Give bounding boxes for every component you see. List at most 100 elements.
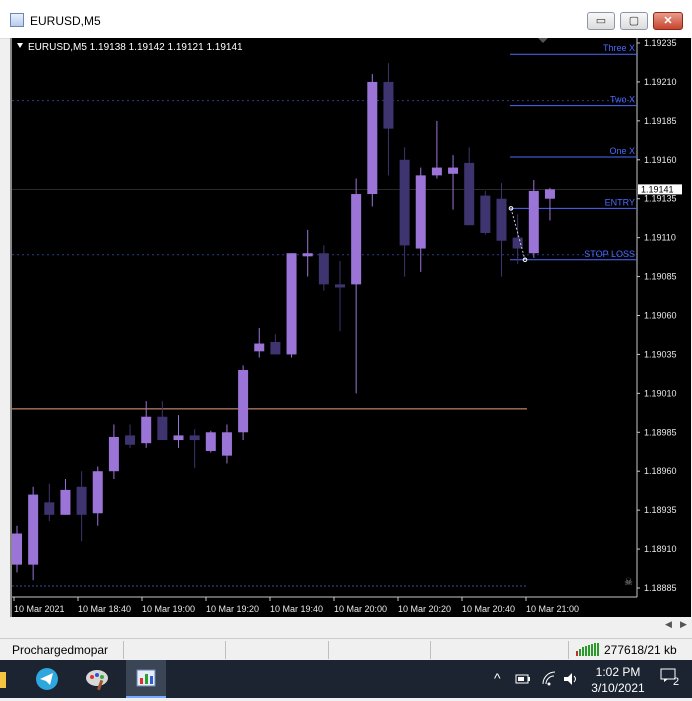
status-divider bbox=[328, 641, 329, 659]
action-center-button[interactable]: 2 bbox=[660, 668, 682, 688]
paint-app-icon[interactable] bbox=[82, 664, 112, 694]
candle-body bbox=[318, 253, 329, 285]
candle-body bbox=[286, 253, 297, 355]
candle-body bbox=[399, 159, 410, 246]
tray-overflow-chevron-icon[interactable]: ^ bbox=[494, 670, 501, 686]
candle-body bbox=[367, 81, 378, 195]
telegram-icon[interactable] bbox=[32, 664, 62, 694]
price-tick-label: 1.19110 bbox=[644, 233, 676, 243]
candle-body bbox=[415, 175, 426, 249]
candle-body bbox=[141, 416, 152, 444]
candle-body bbox=[12, 533, 22, 565]
price-tick-label: 1.18885 bbox=[644, 583, 677, 593]
time-tick-label: 10 Mar 21:00 bbox=[526, 604, 579, 614]
price-tick-label: 1.18910 bbox=[644, 544, 677, 554]
wifi-icon[interactable] bbox=[540, 670, 558, 688]
autoscroll-icon: ☠ bbox=[624, 577, 633, 588]
price-tick-label: 1.19135 bbox=[644, 194, 677, 204]
price-tick-label: 1.18985 bbox=[644, 427, 677, 437]
trade-level-label: ENTRY bbox=[605, 197, 635, 207]
battery-icon[interactable] bbox=[514, 670, 532, 688]
symbol-dropdown-icon[interactable] bbox=[17, 43, 23, 48]
maximize-button[interactable]: ▢ bbox=[620, 12, 648, 30]
candle-body bbox=[528, 190, 539, 254]
system-clock[interactable]: 1:02 PM 3/10/2021 bbox=[588, 664, 648, 696]
last-price-label: 1.19141 bbox=[641, 184, 674, 194]
candle-body bbox=[448, 167, 459, 174]
status-divider bbox=[568, 641, 569, 659]
trade-level-label: STOP LOSS bbox=[584, 249, 635, 259]
status-divider bbox=[123, 641, 124, 659]
price-tick-label: 1.19010 bbox=[644, 388, 677, 398]
file-explorer-icon[interactable] bbox=[0, 672, 6, 688]
candle-body bbox=[28, 494, 39, 565]
windows-taskbar: ^ 1:02 PM 3/10/2021 2 bbox=[0, 660, 692, 698]
price-chart[interactable]: EURUSD,M5 1.19138 1.19142 1.19121 1.1914… bbox=[10, 38, 691, 617]
time-tick-label: 10 Mar 20:00 bbox=[334, 604, 387, 614]
price-tick-label: 1.19160 bbox=[644, 155, 677, 165]
candle-body bbox=[270, 341, 281, 355]
candle-body bbox=[238, 370, 249, 433]
trade-level-label: Two X bbox=[610, 95, 635, 105]
time-tick-label: 10 Mar 19:00 bbox=[142, 604, 195, 614]
time-tick-label: 10 Mar 19:20 bbox=[206, 604, 259, 614]
price-tick-label: 1.19235 bbox=[644, 38, 677, 48]
candle-body bbox=[108, 436, 119, 472]
status-divider bbox=[225, 641, 226, 659]
candle-body bbox=[254, 343, 265, 352]
chart-window-icon bbox=[10, 13, 24, 27]
price-tick-label: 1.18935 bbox=[644, 505, 677, 515]
connection-status-icon[interactable] bbox=[576, 643, 600, 656]
time-tick-label: 10 Mar 19:40 bbox=[270, 604, 323, 614]
candle-body bbox=[431, 167, 442, 176]
candle-body bbox=[157, 416, 168, 441]
trade-level-label: One X bbox=[609, 146, 635, 156]
status-traffic: 277618/21 kb bbox=[604, 643, 677, 657]
price-tick-label: 1.18960 bbox=[644, 466, 677, 476]
trade-level-label: Three X bbox=[603, 43, 635, 53]
scroll-left-icon[interactable]: ◀ bbox=[665, 619, 672, 630]
price-tick-label: 1.19085 bbox=[644, 272, 677, 282]
time-tick-label: 10 Mar 20:40 bbox=[462, 604, 515, 614]
minimize-button[interactable]: ▭ bbox=[587, 12, 615, 30]
candle-body bbox=[60, 489, 71, 515]
close-button[interactable]: ✕ bbox=[653, 12, 683, 30]
time-tick-label: 10 Mar 18:40 bbox=[78, 604, 131, 614]
clock-date: 3/10/2021 bbox=[591, 681, 645, 695]
price-tick-label: 1.19185 bbox=[644, 116, 677, 126]
candle-body bbox=[76, 486, 87, 515]
candlestick-chart[interactable]: EURUSD,M5 1.19138 1.19142 1.19121 1.1914… bbox=[12, 38, 691, 617]
metatrader-icon bbox=[136, 669, 156, 687]
time-tick-label: 10 Mar 20:20 bbox=[398, 604, 451, 614]
window-titlebar: EURUSD,M5 ▭ ▢ ✕ bbox=[0, 0, 692, 39]
clock-time: 1:02 PM bbox=[595, 665, 641, 679]
time-tick-label: 10 Mar 2021 bbox=[14, 604, 65, 614]
candle-body bbox=[92, 471, 103, 514]
chart-shift-marker-icon bbox=[538, 38, 548, 43]
candle-body bbox=[544, 189, 555, 199]
candle-body bbox=[221, 432, 232, 456]
candle-body bbox=[464, 162, 475, 226]
window-title: EURUSD,M5 bbox=[30, 14, 101, 28]
candle-body bbox=[205, 432, 216, 451]
scroll-right-icon[interactable]: ▶ bbox=[680, 619, 687, 630]
volume-icon[interactable] bbox=[562, 670, 580, 688]
status-divider bbox=[430, 641, 431, 659]
candle-body bbox=[125, 435, 136, 445]
price-tick-label: 1.19035 bbox=[644, 349, 677, 359]
candle-body bbox=[480, 195, 491, 233]
candle-body bbox=[173, 435, 184, 441]
candle-body bbox=[496, 198, 507, 241]
candle-body bbox=[383, 81, 394, 129]
candle-body bbox=[302, 253, 313, 257]
notification-count: 2 bbox=[673, 676, 680, 688]
candle-body bbox=[335, 284, 345, 288]
candle-body bbox=[512, 237, 523, 249]
candle-body bbox=[189, 435, 200, 441]
metatrader-taskbar-button[interactable] bbox=[126, 660, 166, 698]
price-tick-label: 1.19210 bbox=[644, 77, 677, 87]
chart-header-ohlc: EURUSD,M5 1.19138 1.19142 1.19121 1.1914… bbox=[28, 42, 243, 53]
candle-body bbox=[351, 194, 362, 285]
status-bar: Prochargedmopar 277618/21 kb bbox=[0, 638, 692, 661]
price-tick-label: 1.19060 bbox=[644, 311, 677, 321]
